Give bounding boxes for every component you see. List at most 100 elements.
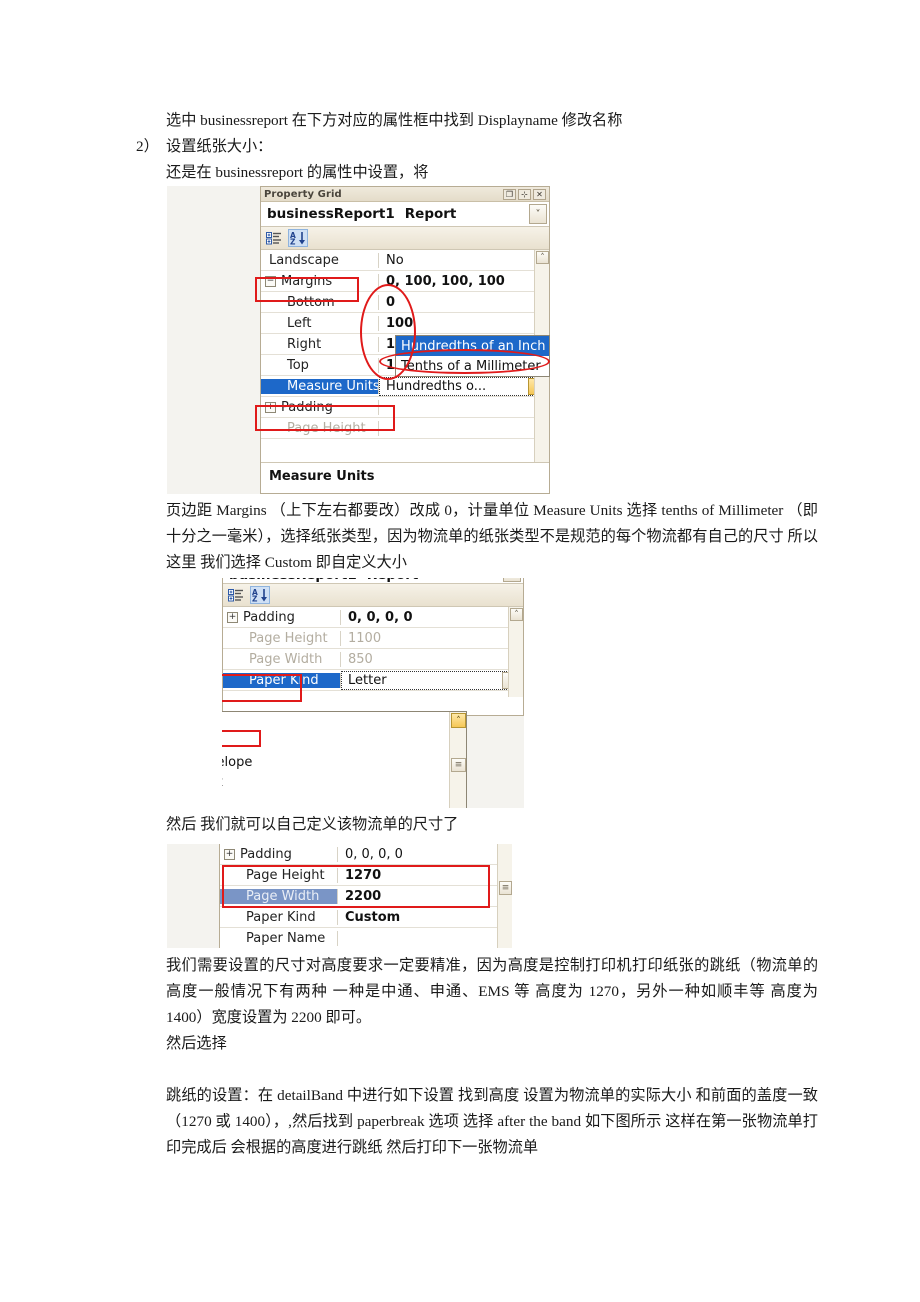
property-name: Page Height — [261, 420, 379, 436]
property-value: 850 — [348, 651, 373, 667]
property-row-bottom[interactable]: Bottom 0 — [261, 292, 549, 313]
dropdown-option-tenths[interactable]: Tenths of a Millimeter — [396, 356, 549, 376]
scrollbar-thumb[interactable]: ≡ — [499, 881, 512, 895]
scroll-up-icon[interactable]: ˄ — [451, 713, 466, 728]
paragraph: 页边距 Margins （上下左右都要改）改成 0，计量单位 Measure U… — [128, 498, 818, 576]
property-row-paper-kind[interactable]: Paper Kind Letter ˅ — [223, 670, 523, 691]
dropdown-option-hundredths[interactable]: Hundredths of an Inch — [396, 336, 549, 356]
scroll-up-icon[interactable]: ˄ — [536, 251, 549, 264]
property-row-padding[interactable]: + Padding — [261, 397, 549, 418]
dropdown-option-custom[interactable]: Custom — [222, 732, 466, 752]
property-name: Right — [261, 336, 379, 352]
property-row-padding[interactable]: + Padding 0, 0, 0, 0 — [220, 844, 512, 865]
alphabetical-sort-icon[interactable]: A Z — [288, 229, 308, 247]
object-name: businessReport1 — [229, 578, 357, 583]
alphabetical-sort-icon[interactable]: A Z — [250, 586, 270, 604]
dropdown-option-c-sheet[interactable]: C Sheet — [222, 712, 466, 732]
categorized-glyph — [266, 231, 281, 244]
paragraph-text: 页边距 Margins （上下左右都要改）改成 0，计量单位 Measure U… — [166, 502, 818, 571]
chevron-down-icon[interactable]: ˅ — [529, 204, 547, 224]
property-grid-window: + Padding 0, 0, 0, 0 Page Height 1270 Pa… — [219, 844, 512, 948]
scrollbar-thumb[interactable]: ≡ — [451, 758, 466, 772]
dropdown-scrollbar[interactable]: ˄ ≡ — [449, 712, 466, 808]
property-row-measure-units[interactable]: Measure Units Hundredths o... ˅ — [261, 376, 549, 397]
closing-text-block: 我们需要设置的尺寸对高度要求一定要精准，因为高度是控制打印机打印纸张的跳纸（物流… — [128, 953, 818, 1161]
property-row-page-height[interactable]: Page Height 1270 — [220, 865, 512, 886]
expand-icon[interactable]: + — [227, 611, 238, 623]
measure-units-dropdown[interactable]: Hundredths of an Inch Tenths of a Millim… — [395, 335, 550, 377]
svg-text:Z: Z — [252, 595, 258, 603]
screenshot-page-size: + Padding 0, 0, 0, 0 Page Height 1270 Pa… — [167, 844, 512, 948]
dropdown-option-dl-envelope[interactable]: DL Envelope — [222, 752, 466, 772]
measure-units-combobox[interactable]: Hundredths o... ˅ — [379, 376, 547, 396]
screenshot-measure-units: Property Grid ❐ ⊹ ✕ businessReport1 Repo… — [167, 186, 550, 494]
property-value: 0, 0, 0, 0 — [345, 846, 403, 862]
paper-kind-combobox[interactable]: Letter ˅ — [341, 670, 521, 690]
paragraph: 选中 businessreport 在下方对应的属性框中找到 Displayna… — [128, 108, 828, 134]
paragraph: 然后选择 — [128, 1031, 818, 1057]
property-grid-window: businessReport1 Report ˅ — [222, 578, 524, 716]
property-name: Page Width — [220, 888, 338, 904]
vertical-scrollbar[interactable]: ˄ — [508, 607, 523, 697]
property-name: Page Height — [223, 630, 341, 646]
property-name: Paper Kind — [220, 909, 338, 925]
property-name: Landscape — [261, 252, 379, 268]
expand-icon[interactable]: + — [265, 401, 276, 413]
paragraph-text: 我们需要设置的尺寸对高度要求一定要精准，因为高度是控制打印机打印纸张的跳纸（物流… — [166, 957, 818, 1026]
property-row-paper-name[interactable]: Paper Name — [220, 928, 512, 948]
property-name: Paper Name — [220, 930, 338, 946]
window-title: Property Grid — [264, 188, 342, 200]
property-value: 0, 0, 0, 0 — [348, 609, 413, 625]
az-sort-glyph: A Z — [252, 588, 267, 603]
property-row-margins[interactable]: − Margins 0, 100, 100, 100 — [261, 271, 549, 292]
intro-text-block: 选中 businessreport 在下方对应的属性框中找到 Displayna… — [128, 108, 828, 186]
property-rows: + Padding 0, 0, 0, 0 Page Height 1100 Pa… — [223, 607, 523, 697]
paragraph: 我们需要设置的尺寸对高度要求一定要精准，因为高度是控制打印机打印纸张的跳纸（物流… — [128, 953, 818, 1031]
property-name-label: Margins — [281, 273, 333, 289]
paragraph-text: 设置纸张大小： — [166, 138, 273, 155]
paragraph-text: 然后 我们就可以自己定义该物流单的尺寸了 — [166, 816, 459, 833]
collapse-icon[interactable]: − — [265, 275, 276, 287]
property-name: + Padding — [223, 609, 341, 625]
pin-icon[interactable]: ⊹ — [518, 188, 531, 200]
paragraph-text: 然后选择 — [166, 1035, 227, 1052]
property-name-label: Padding — [243, 609, 295, 625]
property-description-pane: Measure Units — [261, 462, 549, 489]
window-controls: ❐ ⊹ ✕ — [503, 188, 546, 200]
property-name-label: Padding — [281, 399, 333, 415]
property-grid-toolbar: A Z — [261, 227, 549, 250]
document-page: 选中 businessreport 在下方对应的属性框中找到 Displayna… — [0, 0, 920, 1302]
property-name: + Padding — [261, 399, 379, 415]
vertical-scrollbar[interactable]: ≡ — [497, 844, 512, 948]
property-row-landscape[interactable]: Landscape No — [261, 250, 549, 271]
chevron-down-icon[interactable]: ˅ — [503, 578, 521, 582]
combobox-value: Letter — [348, 672, 387, 688]
paragraph-after-paper-kind: 然后 我们就可以自己定义该物流单的尺寸了 — [128, 812, 818, 838]
categorized-icon[interactable] — [226, 586, 246, 604]
property-name: Page Height — [220, 867, 338, 883]
property-row-page-width[interactable]: Page Width 2200 — [220, 886, 512, 907]
property-value: Custom — [345, 909, 401, 925]
paragraph-after-measure-units: 页边距 Margins （上下左右都要改）改成 0，计量单位 Measure U… — [128, 498, 818, 576]
object-selector[interactable]: businessReport1 Report ˅ — [261, 202, 549, 227]
property-value: 100 — [386, 315, 414, 331]
paper-kind-dropdown[interactable]: C Sheet Custom DL Envelope D Sheet E She… — [222, 711, 467, 808]
categorized-glyph — [228, 588, 243, 601]
categorized-icon[interactable] — [264, 229, 284, 247]
paragraph: 还是在 businessreport 的属性中设置，将 — [128, 160, 828, 186]
property-rows: + Padding 0, 0, 0, 0 Page Height 1270 Pa… — [219, 844, 512, 948]
dropdown-option-d-sheet[interactable]: D Sheet — [222, 772, 466, 792]
property-name: Bottom — [261, 294, 379, 310]
dropdown-option-e-sheet[interactable]: E Sheet — [222, 792, 466, 808]
expand-icon[interactable]: + — [224, 848, 235, 860]
scroll-up-icon[interactable]: ˄ — [510, 608, 523, 621]
paragraph: 然后 我们就可以自己定义该物流单的尺寸了 — [128, 812, 818, 838]
close-icon[interactable]: ✕ — [533, 188, 546, 200]
property-row-paper-kind[interactable]: Paper Kind Custom — [220, 907, 512, 928]
property-row-page-width: Page Width 850 — [223, 649, 523, 670]
property-row-padding[interactable]: + Padding 0, 0, 0, 0 — [223, 607, 523, 628]
property-row-left[interactable]: Left 100 — [261, 313, 549, 334]
paragraph: 2） 设置纸张大小： — [128, 134, 828, 160]
combobox-value: Hundredths o... — [386, 378, 487, 394]
restore-icon[interactable]: ❐ — [503, 188, 516, 200]
